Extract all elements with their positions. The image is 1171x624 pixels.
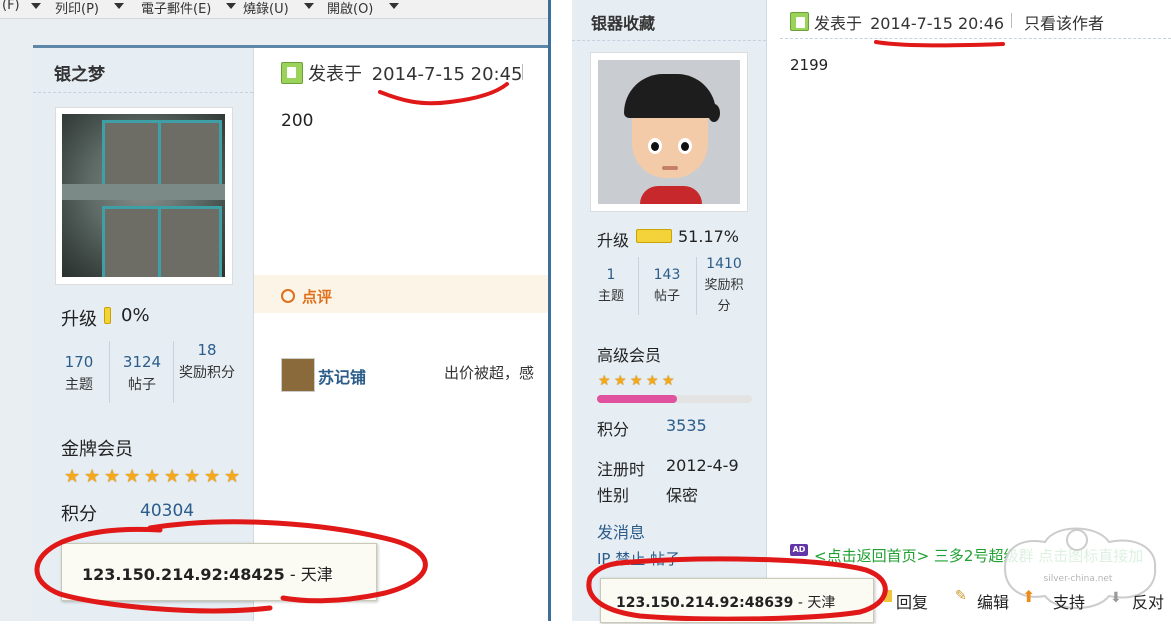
underline-left-time: [378, 82, 509, 106]
red-annotations: [34, 40, 1005, 621]
underline-right-time: [874, 40, 1005, 48]
circle-right-ip: [586, 556, 888, 621]
circle-left-ip: [34, 519, 428, 614]
